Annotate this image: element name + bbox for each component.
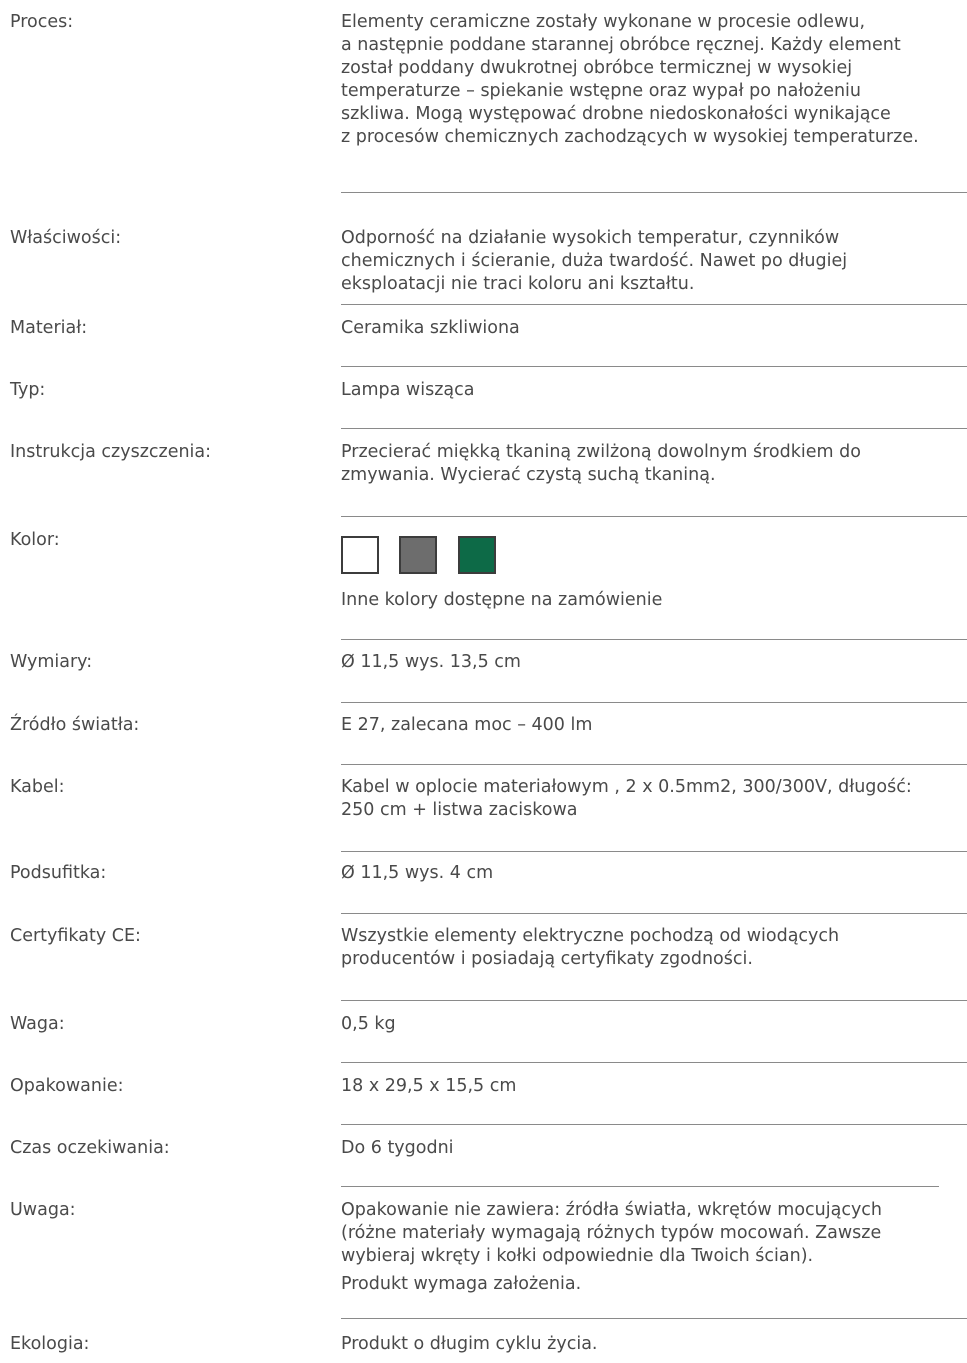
divider	[341, 1062, 967, 1063]
label-podsufitka: Podsufitka:	[10, 863, 107, 883]
value-line: producentów i posiadają certyfikaty zgod…	[341, 949, 753, 969]
value-line: temperaturze – spiekanie wstępne oraz wy…	[341, 81, 862, 101]
label-certyfikaty: Certyfikaty CE:	[10, 926, 141, 946]
label-wlasciwosci: Właściwości:	[10, 228, 122, 248]
value-czas: Do 6 tygodni	[341, 1138, 454, 1158]
value-line: Produkt wymaga założenia.	[341, 1274, 582, 1294]
value-line: Opakowanie nie zawiera: źródła światła, …	[341, 1200, 883, 1220]
label-kabel: Kabel:	[10, 777, 65, 797]
divider	[341, 1186, 939, 1187]
value-kolor-note: Inne kolory dostępne na zamówienie	[341, 590, 663, 610]
label-ekologia: Ekologia:	[10, 1334, 90, 1354]
value-proces: Elementy ceramiczne zostały wykonane w p…	[341, 11, 967, 149]
value-line: chemicznych i ścieranie, duża twardość. …	[341, 251, 848, 271]
color-swatch-gray[interactable]	[399, 536, 437, 574]
divider	[341, 516, 967, 517]
color-swatch-green[interactable]	[458, 536, 496, 574]
divider	[341, 913, 967, 914]
label-kolor: Kolor:	[10, 530, 60, 550]
value-material: Ceramika szkliwiona	[341, 318, 520, 338]
divider	[341, 1000, 967, 1001]
label-waga: Waga:	[10, 1014, 65, 1034]
value-kabel: Kabel w oplocie materiałowym , 2 x 0.5mm…	[341, 776, 967, 822]
value-wymiary: Ø 11,5 wys. 13,5 cm	[341, 652, 521, 672]
value-line: wybieraj wkręty i kołki odpowiednie dla …	[341, 1246, 814, 1266]
value-certyfikaty: Wszystkie elementy elektryczne pochodzą …	[341, 925, 967, 971]
value-line: szkliwa. Mogą występować drobne niedosko…	[341, 104, 891, 124]
value-line: został poddany dwukrotnej obróbce termic…	[341, 58, 853, 78]
color-swatch-white[interactable]	[341, 536, 379, 574]
label-proces: Proces:	[10, 12, 74, 32]
label-uwaga: Uwaga:	[10, 1200, 76, 1220]
value-line: eksploatacji nie traci koloru ani kształ…	[341, 274, 695, 294]
label-opakowanie: Opakowanie:	[10, 1076, 124, 1096]
value-opakowanie: 18 x 29,5 x 15,5 cm	[341, 1076, 517, 1096]
label-typ: Typ:	[10, 380, 46, 400]
divider	[341, 702, 967, 703]
value-line: Odporność na działanie wysokich temperat…	[341, 228, 840, 248]
label-wymiary: Wymiary:	[10, 652, 93, 672]
divider	[341, 639, 967, 640]
label-material: Materiał:	[10, 318, 88, 338]
value-waga: 0,5 kg	[341, 1014, 396, 1034]
divider	[341, 304, 967, 305]
value-line: (różne materiały wymagają różnych typów …	[341, 1223, 882, 1243]
divider	[341, 851, 967, 852]
label-zrodlo: Źródło światła:	[10, 715, 140, 735]
value-instrukcja: Przecierać miękką tkaniną zwilżoną dowol…	[341, 441, 967, 487]
value-podsufitka: Ø 11,5 wys. 4 cm	[341, 863, 494, 883]
divider	[341, 764, 967, 765]
divider	[341, 366, 967, 367]
divider	[341, 192, 967, 193]
value-line: z procesów chemicznych zachodzących w wy…	[341, 127, 919, 147]
label-instrukcja: Instrukcja czyszczenia:	[10, 442, 212, 462]
value-ekologia: Produkt o długim cyklu życia.	[341, 1334, 598, 1354]
divider	[341, 428, 967, 429]
value-zrodlo: E 27, zalecana moc – 400 lm	[341, 715, 593, 735]
divider	[341, 1318, 967, 1319]
value-line: zmywania. Wycierać czystą suchą tkaniną.	[341, 465, 716, 485]
value-line: Kabel w oplocie materiałowym , 2 x 0.5mm…	[341, 777, 912, 797]
value-line: Wszystkie elementy elektryczne pochodzą …	[341, 926, 840, 946]
value-line: Przecierać miękką tkaniną zwilżoną dowol…	[341, 442, 861, 462]
value-uwaga: Opakowanie nie zawiera: źródła światła, …	[341, 1199, 967, 1296]
value-typ: Lampa wisząca	[341, 380, 475, 400]
divider	[341, 1124, 967, 1125]
value-line: 250 cm + listwa zaciskowa	[341, 800, 578, 820]
value-wlasciwosci: Odporność na działanie wysokich temperat…	[341, 227, 967, 296]
label-czas: Czas oczekiwania:	[10, 1138, 170, 1158]
value-line: Elementy ceramiczne zostały wykonane w p…	[341, 12, 866, 32]
value-line: a następnie poddane starannej obróbce rę…	[341, 35, 901, 55]
